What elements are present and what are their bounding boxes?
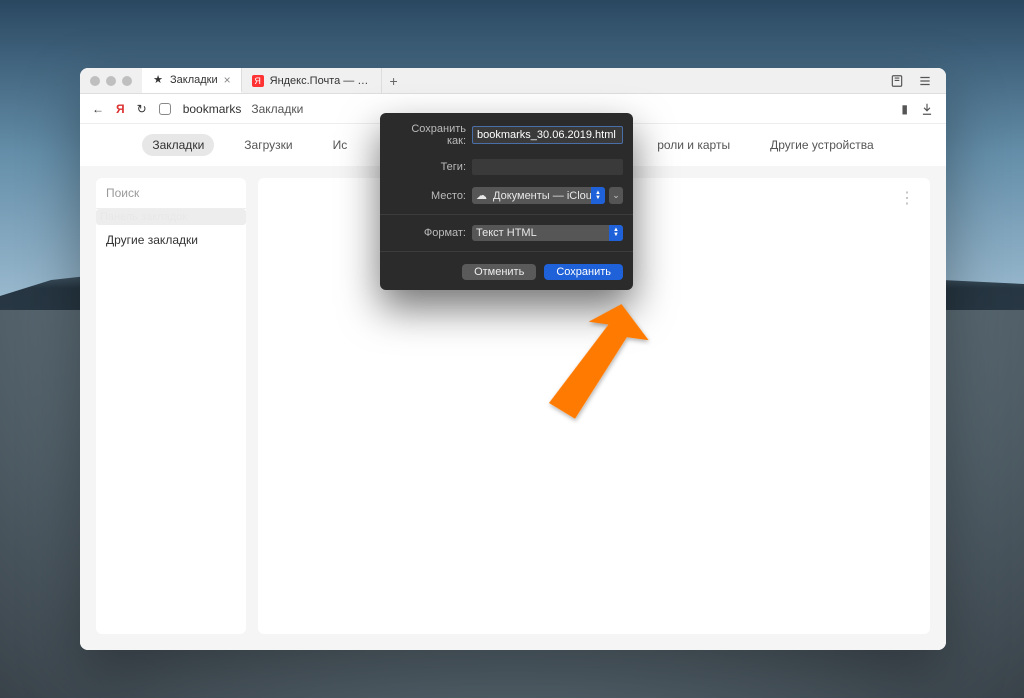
cancel-button[interactable]: Отменить (462, 264, 536, 280)
save-dialog: Сохранить как: Теги: Место: ☁ Документы … (380, 113, 633, 290)
close-window-icon[interactable] (90, 76, 100, 86)
downloads-icon[interactable] (920, 102, 934, 116)
navtab-passwords-partial[interactable]: роли и карты (647, 134, 740, 156)
search-input[interactable]: Поиск (96, 178, 246, 209)
tags-label: Теги: (390, 161, 466, 173)
tab-yandex-mail[interactable]: Я Яндекс.Почта — беспла (242, 68, 382, 93)
location-value: Документы — iCloud (493, 190, 598, 202)
location-label: Место: (390, 190, 466, 202)
menu-icon[interactable] (918, 74, 932, 88)
format-value: Текст HTML (476, 227, 537, 239)
back-button[interactable]: ← (92, 102, 104, 116)
reload-button[interactable]: ↻ (137, 102, 147, 116)
sidebar-item-other-bookmarks[interactable]: Другие закладки (96, 225, 246, 255)
tab-bookmarks[interactable]: ★ Закладки × (142, 68, 242, 93)
tab-title: Яндекс.Почта — беспла (270, 75, 371, 87)
save-button[interactable]: Сохранить (544, 264, 623, 280)
format-label: Формат: (390, 227, 466, 239)
yandex-icon: Я (252, 75, 264, 87)
navtab-downloads[interactable]: Загрузки (234, 134, 302, 156)
location-select[interactable]: ☁ Документы — iCloud ▲▼ (472, 187, 605, 204)
expand-button[interactable]: ⌄ (609, 187, 623, 204)
close-tab-icon[interactable]: × (224, 73, 231, 87)
home-button[interactable]: Я (116, 102, 125, 116)
site-identity-icon[interactable] (159, 103, 171, 115)
minimize-window-icon[interactable] (106, 76, 116, 86)
zoom-window-icon[interactable] (122, 76, 132, 86)
cloud-icon: ☁ (476, 189, 487, 202)
format-select[interactable]: Текст HTML ▲▼ (472, 225, 623, 241)
chevron-updown-icon: ▲▼ (591, 187, 605, 204)
titlebar: ★ Закладки × Я Яндекс.Почта — беспла + (80, 68, 946, 94)
navtab-history-partial[interactable]: Ис (323, 134, 358, 156)
chevron-updown-icon: ▲▼ (609, 225, 623, 241)
address-bar[interactable]: bookmarks Закладки (183, 102, 304, 116)
tags-input[interactable] (472, 159, 623, 175)
address-path: Закладки (251, 102, 303, 116)
more-icon[interactable]: ⋮ (899, 188, 916, 208)
tab-title: Закладки (170, 74, 218, 86)
sidebar-item-bookmark-bar[interactable]: Панель закладок (96, 209, 246, 225)
traffic-lights[interactable] (90, 76, 132, 86)
sidebar: Поиск Панель закладок Другие закладки (96, 178, 246, 634)
star-icon: ★ (152, 74, 164, 86)
filename-input[interactable] (472, 126, 623, 144)
address-host: bookmarks (183, 102, 242, 116)
navtab-other-devices[interactable]: Другие устройства (760, 134, 884, 156)
browser-window: ★ Закладки × Я Яндекс.Почта — беспла + ←… (80, 68, 946, 650)
new-tab-button[interactable]: + (382, 73, 406, 89)
reader-icon[interactable] (890, 74, 904, 88)
navtab-bookmarks[interactable]: Закладки (142, 134, 214, 156)
save-as-label: Сохранить как: (390, 123, 466, 147)
bookmark-icon[interactable]: ▮ (901, 102, 908, 116)
tab-strip: ★ Закладки × Я Яндекс.Почта — беспла + (142, 68, 890, 93)
